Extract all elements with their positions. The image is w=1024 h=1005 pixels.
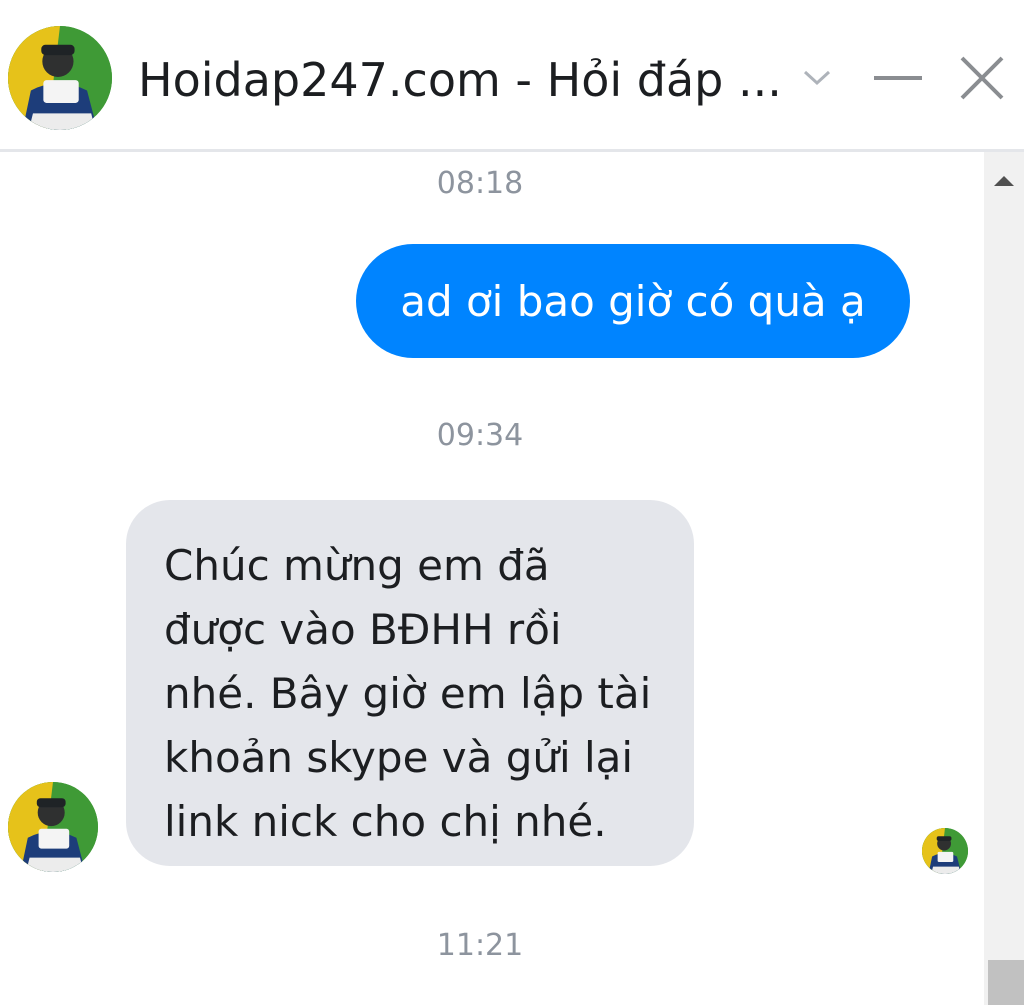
chat-header: Hoidap247.com - Hỏi đáp ... xyxy=(0,0,1024,152)
chat-window: Hoidap247.com - Hỏi đáp ... 08:18 ad ơi … xyxy=(0,0,1024,1005)
message-timestamp: 08:18 xyxy=(436,166,524,201)
incoming-message-bubble[interactable]: Chúc mừng em đã được vào BĐHH rồi nhé. B… xyxy=(126,500,694,866)
outgoing-message-bubble[interactable]: ad ơi bao giờ có quà ạ xyxy=(356,244,910,358)
message-list[interactable]: 08:18 ad ơi bao giờ có quà ạ 09:34 Chúc … xyxy=(0,152,984,1005)
message-timestamp: 09:34 xyxy=(436,418,524,453)
close-icon[interactable] xyxy=(950,46,1014,110)
scrollbar-thumb[interactable] xyxy=(988,960,1024,1005)
sender-avatar-icon[interactable] xyxy=(8,782,98,872)
scroll-up-arrow-icon[interactable] xyxy=(984,166,1024,196)
vertical-scrollbar[interactable] xyxy=(984,152,1024,1005)
chevron-down-icon[interactable] xyxy=(792,46,842,110)
minimize-icon[interactable] xyxy=(866,46,930,110)
seen-receipt-avatar-icon xyxy=(922,828,968,874)
chat-title[interactable]: Hoidap247.com - Hỏi đáp ... xyxy=(138,50,778,110)
message-timestamp: 11:21 xyxy=(436,928,524,963)
profile-avatar-icon[interactable] xyxy=(8,26,112,130)
